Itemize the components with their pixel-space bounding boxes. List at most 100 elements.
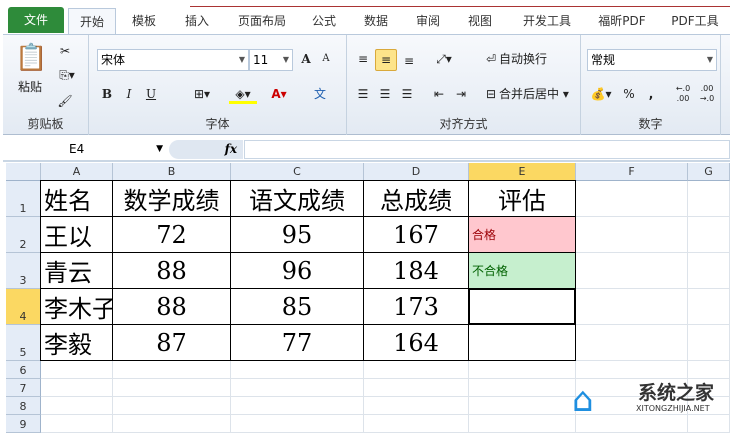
cell-F6[interactable] xyxy=(576,361,688,379)
cell-C8[interactable] xyxy=(231,397,364,415)
cell-E3[interactable]: 不合格 xyxy=(468,252,576,289)
cell-B2[interactable]: 72 xyxy=(112,216,231,253)
row-header-1[interactable]: 1 xyxy=(6,181,41,217)
shrink-font-button[interactable]: A xyxy=(317,49,335,69)
cell-D1[interactable]: 总成绩 xyxy=(363,180,469,217)
cell-A5[interactable]: 李毅 xyxy=(40,324,113,361)
align-left-icon[interactable]: ☰ xyxy=(353,84,373,104)
cell-E5[interactable] xyxy=(468,324,576,361)
tab-pdf-tools[interactable]: PDF工具 xyxy=(664,8,726,34)
cell-B1[interactable]: 数学成绩 xyxy=(112,180,231,217)
grow-font-button[interactable]: A xyxy=(297,49,315,69)
tab-template[interactable]: 模板 xyxy=(122,8,166,34)
borders-icon[interactable]: ⊞▾ xyxy=(189,84,215,104)
format-painter-icon[interactable]: 🖌 xyxy=(55,91,75,111)
cell-C3[interactable]: 96 xyxy=(230,252,364,289)
row-header-2[interactable]: 2 xyxy=(6,217,41,253)
column-header-c[interactable]: C xyxy=(231,163,364,181)
cell-D7[interactable] xyxy=(364,379,469,397)
tab-data[interactable]: 数据 xyxy=(354,8,398,34)
cell-G1[interactable] xyxy=(688,181,730,217)
column-header-a[interactable]: A xyxy=(41,163,113,181)
wrap-text-icon[interactable]: ⏎ xyxy=(483,49,499,69)
cell-G4[interactable] xyxy=(688,289,730,325)
row-header-8[interactable]: 8 xyxy=(6,397,41,415)
cell-E2[interactable]: 合格 xyxy=(468,216,576,253)
cell-F5[interactable] xyxy=(576,325,688,361)
column-header-g[interactable]: G xyxy=(688,163,730,181)
cell-A7[interactable] xyxy=(41,379,113,397)
paste-icon[interactable]: 📋 xyxy=(15,41,47,75)
font-size-select[interactable]: 11 ▼ xyxy=(249,49,293,71)
cell-F3[interactable] xyxy=(576,253,688,289)
cell-E6[interactable] xyxy=(469,361,576,379)
tab-foxit-pdf[interactable]: 福昕PDF xyxy=(590,8,654,34)
cell-E9[interactable] xyxy=(469,415,576,433)
align-right-icon[interactable]: ☰ xyxy=(397,84,417,104)
tab-view[interactable]: 视图 xyxy=(458,8,502,34)
align-center-icon[interactable]: ☰ xyxy=(375,84,395,104)
column-header-b[interactable]: B xyxy=(113,163,231,181)
decrease-decimal-icon[interactable]: .00 →.0 xyxy=(697,84,717,104)
tab-page-layout[interactable]: 页面布局 xyxy=(230,8,294,34)
tab-insert[interactable]: 插入 xyxy=(175,8,219,34)
cell-D6[interactable] xyxy=(364,361,469,379)
cell-D5[interactable]: 164 xyxy=(363,324,469,361)
tab-home[interactable]: 开始 xyxy=(68,8,116,34)
cell-A4[interactable]: 李木子 xyxy=(40,288,113,325)
cell-C6[interactable] xyxy=(231,361,364,379)
italic-button[interactable]: I xyxy=(121,84,137,104)
cell-E1[interactable]: 评估 xyxy=(468,180,576,217)
merge-icon[interactable]: ⊟ xyxy=(483,84,499,104)
cell-A8[interactable] xyxy=(41,397,113,415)
cell-A1[interactable]: 姓名 xyxy=(40,180,113,217)
cell-D2[interactable]: 167 xyxy=(363,216,469,253)
cell-A9[interactable] xyxy=(41,415,113,433)
cell-B9[interactable] xyxy=(113,415,231,433)
font-color-icon[interactable]: A▾ xyxy=(265,84,293,104)
cell-D9[interactable] xyxy=(364,415,469,433)
align-bottom-icon[interactable]: ≡ xyxy=(399,51,419,71)
cut-icon[interactable]: ✂ xyxy=(55,41,75,61)
cell-C5[interactable]: 77 xyxy=(230,324,364,361)
insert-function-button[interactable]: fx xyxy=(169,140,243,159)
cell-E4-selected[interactable] xyxy=(468,288,576,325)
font-name-select[interactable]: 宋体 ▼ xyxy=(97,49,249,71)
paste-button[interactable]: 粘贴 xyxy=(13,77,47,97)
cell-A3[interactable]: 青云 xyxy=(40,252,113,289)
bold-button[interactable]: B xyxy=(99,84,115,104)
row-header-4[interactable]: 4 xyxy=(6,289,41,325)
cell-G2[interactable] xyxy=(688,217,730,253)
cell-C1[interactable]: 语文成绩 xyxy=(230,180,364,217)
number-format-select[interactable]: 常规 ▼ xyxy=(587,49,717,71)
column-header-d[interactable]: D xyxy=(364,163,469,181)
merge-center-button[interactable]: 合并后居中 ▾ xyxy=(499,84,575,104)
cell-C2[interactable]: 95 xyxy=(230,216,364,253)
cell-G6[interactable] xyxy=(688,361,730,379)
cell-A2[interactable]: 王以 xyxy=(40,216,113,253)
cell-C9[interactable] xyxy=(231,415,364,433)
tab-file[interactable]: 文件 xyxy=(8,7,64,33)
row-header-9[interactable]: 9 xyxy=(6,415,41,433)
cell-D4[interactable]: 173 xyxy=(363,288,469,325)
cell-G3[interactable] xyxy=(688,253,730,289)
select-all-button[interactable] xyxy=(6,163,41,181)
column-header-f[interactable]: F xyxy=(576,163,688,181)
chevron-down-icon[interactable]: ▼ xyxy=(156,140,163,159)
comma-button[interactable]: , xyxy=(645,84,657,104)
increase-decimal-icon[interactable]: ←.0.00 xyxy=(673,84,693,104)
cell-E7[interactable] xyxy=(469,379,576,397)
row-header-7[interactable]: 7 xyxy=(6,379,41,397)
cell-B4[interactable]: 88 xyxy=(112,288,231,325)
orientation-icon[interactable]: ⤢▾ xyxy=(431,49,457,69)
cell-F4[interactable] xyxy=(576,289,688,325)
cell-F2[interactable] xyxy=(576,217,688,253)
increase-indent-icon[interactable]: ⇥ xyxy=(451,84,471,104)
cell-D3[interactable]: 184 xyxy=(363,252,469,289)
formula-input[interactable] xyxy=(244,140,730,159)
cell-D8[interactable] xyxy=(364,397,469,415)
column-header-e[interactable]: E xyxy=(469,163,576,181)
row-header-5[interactable]: 5 xyxy=(6,325,41,361)
cell-B8[interactable] xyxy=(113,397,231,415)
cell-F1[interactable] xyxy=(576,181,688,217)
